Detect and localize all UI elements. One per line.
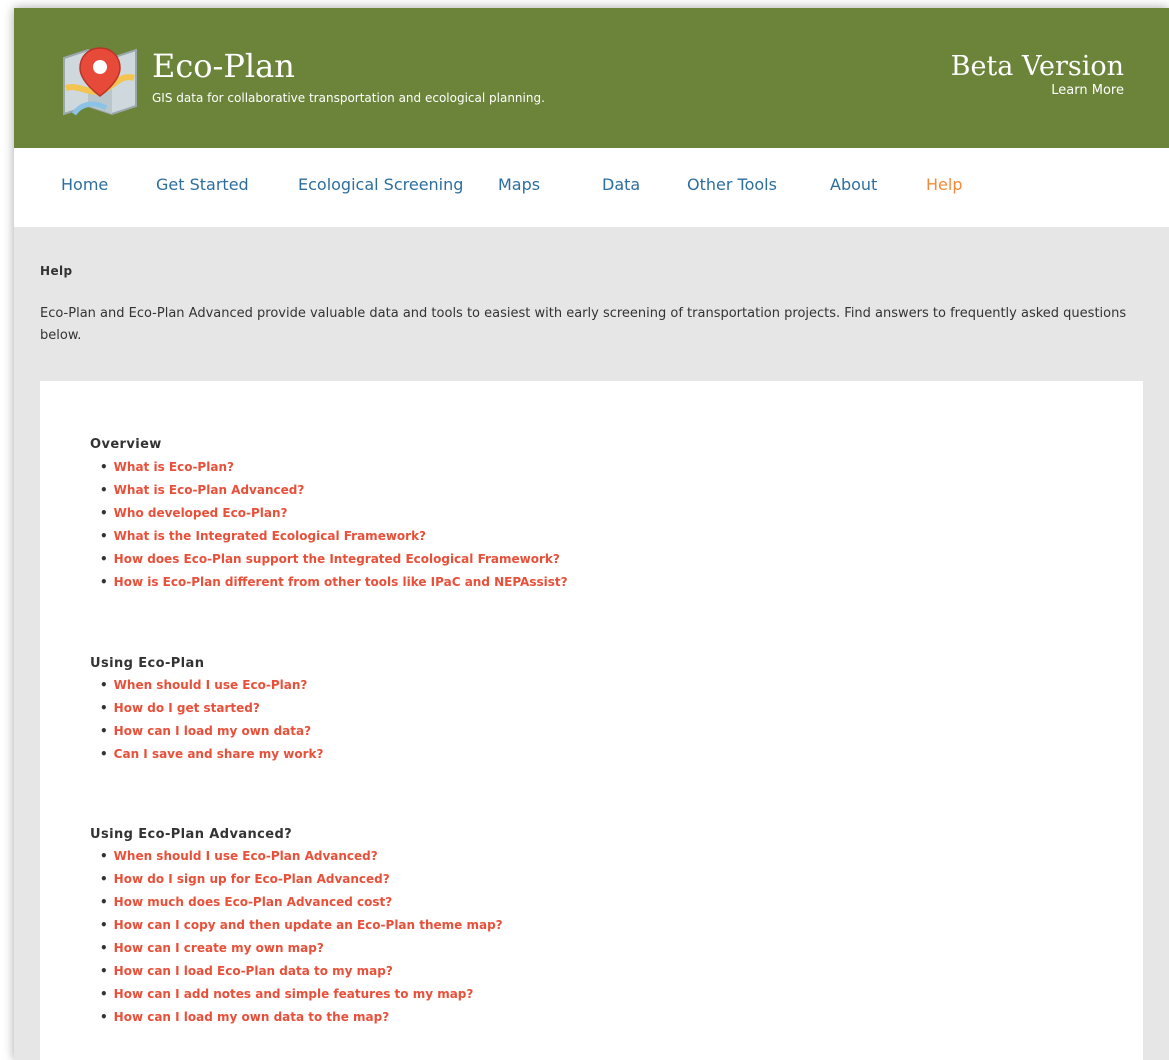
main-navigation: Home Get Started Ecological Screening Ma… <box>14 148 1169 227</box>
faq-link[interactable]: How can I load my own data to the map? <box>114 1010 390 1024</box>
bullet-icon: • <box>100 483 108 497</box>
bullet-icon: • <box>100 552 108 566</box>
bullet-icon: • <box>100 918 108 932</box>
faq-link[interactable]: How can I load Eco-Plan data to my map? <box>114 964 393 978</box>
bullet-icon: • <box>100 747 108 761</box>
list-item: • How does Eco-Plan support the Integrate… <box>100 548 568 571</box>
nav-get-started[interactable]: Get Started <box>156 177 249 193</box>
faq-link[interactable]: What is Eco-Plan Advanced? <box>114 483 305 497</box>
faq-link[interactable]: Who developed Eco-Plan? <box>114 506 288 520</box>
list-item: • When should I use Eco-Plan? <box>100 674 323 697</box>
page-frame: Eco-Plan GIS data for collaborative tran… <box>14 8 1169 1060</box>
list-item: • How can I load my own data to the map? <box>100 1006 503 1029</box>
faq-link[interactable]: How is Eco-Plan different from other too… <box>114 575 568 589</box>
list-item: • What is Eco-Plan? <box>100 456 568 479</box>
faq-link[interactable]: When should I use Eco-Plan? <box>114 678 308 692</box>
page-title: Help <box>40 264 73 278</box>
section-title-using-eco-plan: Using Eco-Plan <box>90 656 205 671</box>
faq-link[interactable]: How can I add notes and simple features … <box>114 987 474 1001</box>
faq-card: Overview • What is Eco-Plan? • What is Eco… <box>40 381 1143 1060</box>
list-item: • How can I copy and then update an Eco-P… <box>100 914 503 937</box>
nav-ecological-screening[interactable]: Ecological Screening <box>298 177 463 193</box>
list-item: • When should I use Eco-Plan Advanced? <box>100 845 503 868</box>
bullet-icon: • <box>100 529 108 543</box>
list-item: • How can I load Eco-Plan data to my map? <box>100 960 503 983</box>
faq-list-using-eco-plan-advanced: • When should I use Eco-Plan Advanced? • H… <box>100 845 503 1029</box>
bullet-icon: • <box>100 941 108 955</box>
bullet-icon: • <box>100 701 108 715</box>
faq-link[interactable]: How much does Eco-Plan Advanced cost? <box>114 895 393 909</box>
faq-link[interactable]: How do I get started? <box>114 701 260 715</box>
list-item: • How is Eco-Plan different from other to… <box>100 571 568 594</box>
bullet-icon: • <box>100 872 108 886</box>
faq-link[interactable]: How can I create my own map? <box>114 941 324 955</box>
bullet-icon: • <box>100 849 108 863</box>
list-item: • How can I load my own data? <box>100 720 323 743</box>
list-item: • What is Eco-Plan Advanced? <box>100 479 568 502</box>
faq-list-using-eco-plan: • When should I use Eco-Plan? • How do I g… <box>100 674 323 766</box>
bullet-icon: • <box>100 506 108 520</box>
nav-other-tools[interactable]: Other Tools <box>687 177 777 193</box>
list-item: • Can I save and share my work? <box>100 743 323 766</box>
beta-version-label: Beta Version <box>950 51 1124 82</box>
section-title-overview: Overview <box>90 437 162 452</box>
brand-tagline: GIS data for collaborative transportatio… <box>152 91 545 105</box>
faq-link[interactable]: What is Eco-Plan? <box>114 460 234 474</box>
nav-about[interactable]: About <box>830 177 877 193</box>
bullet-icon: • <box>100 575 108 589</box>
section-title-using-eco-plan-advanced: Using Eco-Plan Advanced? <box>90 827 293 842</box>
bullet-icon: • <box>100 1010 108 1024</box>
bullet-icon: • <box>100 895 108 909</box>
faq-link[interactable]: How does Eco-Plan support the Integrated… <box>114 552 560 566</box>
faq-link[interactable]: How do I sign up for Eco-Plan Advanced? <box>114 872 390 886</box>
nav-maps[interactable]: Maps <box>498 177 540 193</box>
bullet-icon: • <box>100 724 108 738</box>
bullet-icon: • <box>100 678 108 692</box>
intro-text: Eco-Plan and Eco-Plan Advanced provide v… <box>40 306 1127 343</box>
learn-more-link[interactable]: Learn More <box>1051 84 1124 97</box>
nav-data[interactable]: Data <box>602 177 640 193</box>
list-item: • How much does Eco-Plan Advanced cost? <box>100 891 503 914</box>
faq-link[interactable]: Can I save and share my work? <box>114 747 324 761</box>
list-item: • How do I get started? <box>100 697 323 720</box>
bullet-icon: • <box>100 987 108 1001</box>
faq-list-overview: • What is Eco-Plan? • What is Eco-Plan Adv… <box>100 456 568 594</box>
nav-home[interactable]: Home <box>61 177 108 193</box>
list-item: • How can I create my own map? <box>100 937 503 960</box>
faq-link[interactable]: When should I use Eco-Plan Advanced? <box>114 849 378 863</box>
list-item: • Who developed Eco-Plan? <box>100 502 568 525</box>
bullet-icon: • <box>100 964 108 978</box>
site-header: Eco-Plan GIS data for collaborative tran… <box>14 8 1169 148</box>
list-item: • How can I add notes and simple features… <box>100 983 503 1006</box>
faq-link[interactable]: How can I copy and then update an Eco-Pl… <box>114 918 503 932</box>
list-item: • How do I sign up for Eco-Plan Advanced? <box>100 868 503 891</box>
map-pin-icon[interactable] <box>60 44 150 116</box>
list-item: • What is the Integrated Ecological Frame… <box>100 525 568 548</box>
bullet-icon: • <box>100 460 108 474</box>
faq-link[interactable]: What is the Integrated Ecological Framew… <box>114 529 426 543</box>
brand-title[interactable]: Eco-Plan <box>152 50 295 82</box>
faq-link[interactable]: How can I load my own data? <box>114 724 311 738</box>
nav-help[interactable]: Help <box>926 177 962 193</box>
